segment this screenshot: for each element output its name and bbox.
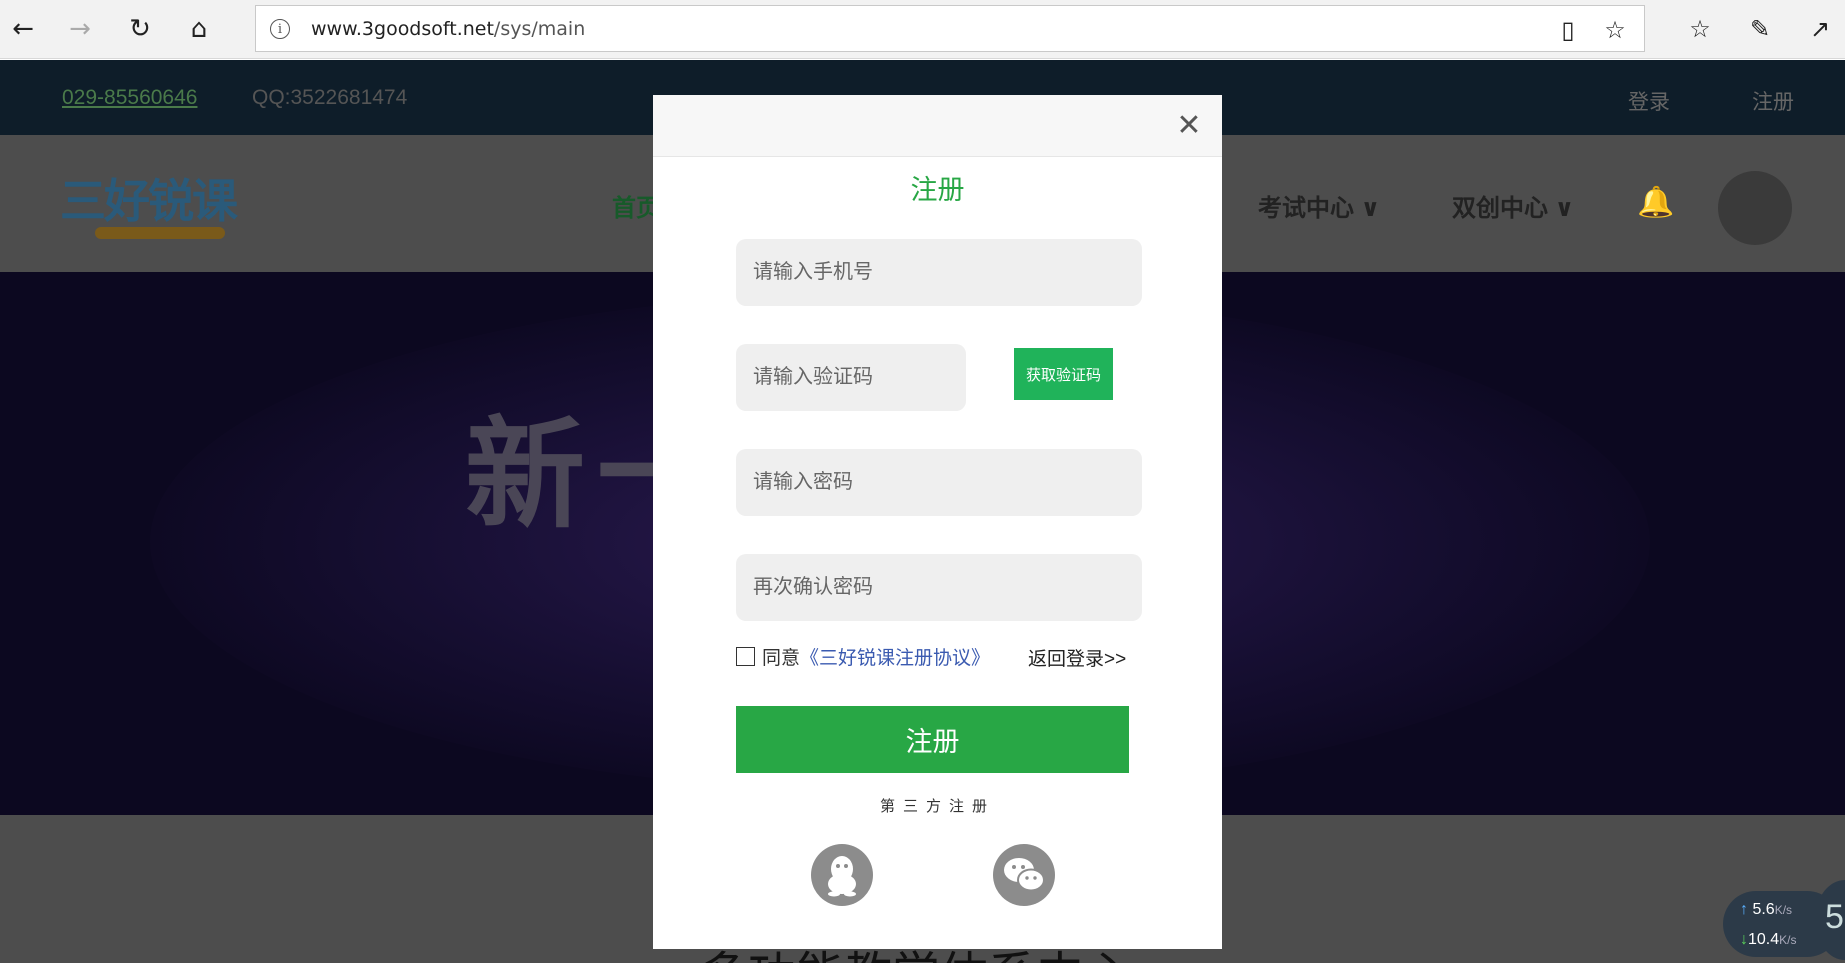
qq-icon bbox=[828, 856, 856, 897]
register-modal: ✕ 注册 获取验证码 同意 《三好锐课注册协议》 返回登录>> 注册 第三方注册 bbox=[653, 95, 1222, 949]
register-link[interactable]: 注册 bbox=[1752, 86, 1794, 116]
qq-login-button[interactable] bbox=[811, 844, 873, 906]
upload-arrow-icon: ↑ bbox=[1740, 901, 1748, 918]
phone-input[interactable] bbox=[736, 239, 1142, 306]
download-speed: ↓10.4K/s bbox=[1740, 931, 1796, 949]
login-link[interactable]: 登录 bbox=[1628, 86, 1670, 116]
close-icon[interactable]: ✕ bbox=[1171, 107, 1207, 143]
pen-icon[interactable]: ✎ bbox=[1740, 9, 1780, 49]
site-logo[interactable]: 三好锐课 bbox=[60, 165, 238, 231]
url-host: www.3goodsoft.net bbox=[311, 18, 494, 40]
get-code-button[interactable]: 获取验证码 bbox=[1014, 348, 1113, 400]
qq-number: QQ:3522681474 bbox=[252, 86, 408, 109]
refresh-icon[interactable]: ↻ bbox=[120, 9, 160, 49]
agree-checkbox[interactable] bbox=[736, 646, 755, 666]
back-to-login-link[interactable]: 返回登录>> bbox=[1028, 644, 1126, 671]
third-party-label: 第三方注册 bbox=[879, 798, 995, 815]
register-submit-button[interactable]: 注册 bbox=[736, 706, 1129, 773]
info-icon[interactable]: i bbox=[270, 19, 290, 39]
chevron-down-icon: ∨ bbox=[1354, 195, 1381, 222]
bell-icon[interactable]: 🔔 bbox=[1637, 185, 1674, 220]
logo-underline bbox=[95, 227, 225, 239]
nav-item-label: 考试中心 bbox=[1258, 195, 1354, 222]
download-unit: K/s bbox=[1779, 933, 1797, 947]
verification-code-input[interactable] bbox=[736, 344, 966, 411]
password-input[interactable] bbox=[736, 449, 1142, 516]
upload-unit: K/s bbox=[1774, 903, 1793, 917]
nav-item-label: 双创中心 bbox=[1452, 195, 1548, 222]
agreement-link[interactable]: 《三好锐课注册协议》 bbox=[800, 643, 990, 670]
upload-speed: ↑ 5.6K/s bbox=[1740, 901, 1792, 919]
download-arrow-icon: ↓ bbox=[1740, 931, 1748, 948]
modal-title: 注册 bbox=[910, 175, 965, 205]
favorites-list-icon[interactable]: ☆ bbox=[1680, 9, 1720, 49]
wechat-login-button[interactable] bbox=[993, 844, 1055, 906]
nav-item-innovation-center[interactable]: 双创中心 ∨ bbox=[1452, 188, 1574, 223]
forward-arrow-icon[interactable]: → bbox=[60, 9, 100, 49]
address-bar[interactable]: i www.3goodsoft.net/sys/main ▯ ☆ bbox=[255, 5, 1645, 52]
modal-header: ✕ bbox=[653, 95, 1222, 157]
avatar[interactable] bbox=[1718, 171, 1792, 245]
wechat-icon bbox=[1004, 858, 1045, 892]
agreement-row: 同意 《三好锐课注册协议》 bbox=[736, 643, 990, 669]
nav-item-exam-center[interactable]: 考试中心 ∨ bbox=[1258, 188, 1380, 223]
back-arrow-icon[interactable]: ← bbox=[3, 9, 43, 49]
agree-prefix: 同意 bbox=[762, 647, 801, 669]
phone-link[interactable]: 029-85560646 bbox=[62, 86, 197, 110]
url-text[interactable]: www.3goodsoft.net/sys/main bbox=[311, 18, 585, 40]
chevron-down-icon: ∨ bbox=[1548, 195, 1575, 222]
home-icon[interactable]: ⌂ bbox=[179, 9, 219, 49]
browser-toolbar: ← → ↻ ⌂ i www.3goodsoft.net/sys/main ▯ ☆… bbox=[0, 0, 1845, 59]
reading-view-icon[interactable]: ▯ bbox=[1553, 15, 1583, 45]
upload-value: 5.6 bbox=[1752, 901, 1775, 918]
confirm-password-input[interactable] bbox=[736, 554, 1142, 621]
download-value: 10.4 bbox=[1748, 931, 1780, 948]
url-path: /sys/main bbox=[493, 18, 586, 40]
star-icon[interactable]: ☆ bbox=[1600, 15, 1630, 45]
share-icon[interactable]: ↗ bbox=[1800, 9, 1840, 49]
